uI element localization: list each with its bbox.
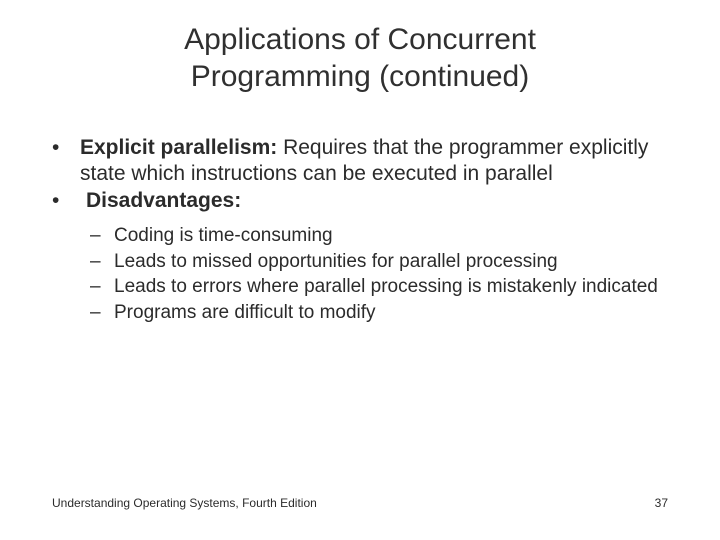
bullet-lead: Explicit parallelism:: [80, 136, 277, 159]
sub-bullet-text: Coding is time-consuming: [114, 224, 668, 248]
title-line-2: Programming (continued): [191, 60, 529, 93]
bullet-marker: •: [52, 188, 80, 214]
sub-bullet-item: – Coding is time-consuming: [90, 224, 668, 248]
sub-bullet-marker: –: [90, 250, 114, 274]
slide-title: Applications of Concurrent Programming (…: [0, 0, 720, 95]
footer-source: Understanding Operating Systems, Fourth …: [52, 496, 317, 510]
sub-bullet-item: – Leads to missed opportunities for para…: [90, 250, 668, 274]
bullet-lead: Disadvantages:: [86, 189, 241, 212]
bullet-item: • Explicit parallelism: Requires that th…: [52, 135, 668, 186]
sub-bullet-marker: –: [90, 275, 114, 299]
sub-bullet-marker: –: [90, 301, 114, 325]
sub-bullet-text: Programs are difficult to modify: [114, 301, 668, 325]
bullet-text: Disadvantages:: [80, 188, 668, 214]
sub-bullet-text: Leads to errors where parallel processin…: [114, 275, 668, 299]
slide-body: • Explicit parallelism: Requires that th…: [52, 135, 668, 327]
sub-bullet-marker: –: [90, 224, 114, 248]
bullet-marker: •: [52, 135, 80, 161]
sub-bullet-item: – Leads to errors where parallel process…: [90, 275, 668, 299]
page-number: 37: [655, 496, 668, 510]
bullet-item: • Disadvantages:: [52, 188, 668, 214]
sub-bullet-list: – Coding is time-consuming – Leads to mi…: [90, 224, 668, 325]
bullet-text: Explicit parallelism: Requires that the …: [80, 135, 668, 186]
title-line-1: Applications of Concurrent: [184, 23, 536, 56]
sub-bullet-item: – Programs are difficult to modify: [90, 301, 668, 325]
slide: Applications of Concurrent Programming (…: [0, 0, 720, 540]
sub-bullet-text: Leads to missed opportunities for parall…: [114, 250, 668, 274]
